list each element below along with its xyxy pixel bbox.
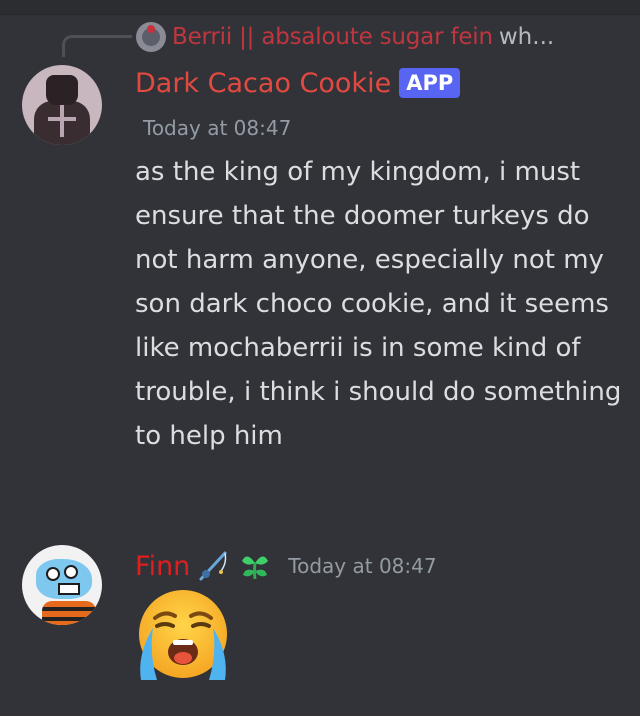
author-name-finn[interactable]: Finn [135, 551, 190, 582]
message-body: as the king of my kingdom, i must ensure… [135, 157, 622, 451]
loudly-crying-face-emoji[interactable] [133, 588, 233, 682]
message-timestamp-finn[interactable]: Today at 08:47 [288, 554, 436, 578]
avatar-finn-mouth [58, 583, 80, 595]
channel-top-strip [0, 0, 640, 15]
avatar-finn-eye-left [46, 567, 60, 581]
author-name-dark-cacao[interactable]: Dark Cacao Cookie [135, 68, 391, 99]
avatar-figure-head [46, 75, 78, 105]
app-badge: APP [399, 68, 461, 98]
avatar-finn[interactable] [22, 545, 102, 625]
reply-author-name[interactable]: Berrii || absaloute sugar fein [172, 24, 493, 50]
reply-avatar[interactable] [136, 22, 166, 52]
avatar-dark-cacao-cookie[interactable] [22, 65, 102, 145]
avatar-emblem-vertical [60, 105, 64, 137]
avatar-finn-shirt [42, 601, 96, 625]
message-header-finn: Finn Today at 08:47 [135, 546, 437, 586]
reply-connector-line [62, 35, 132, 57]
reply-preview[interactable]: Berrii || absaloute sugar fein wh... [136, 20, 554, 54]
fishing-rod-icon [199, 551, 227, 581]
avatar-emblem-horizontal [48, 117, 76, 121]
message-header-dark-cacao: Dark Cacao Cookie APP [135, 64, 461, 102]
green-leaf-icon [242, 556, 269, 580]
loudly-crying-face-icon [139, 590, 227, 680]
reply-snippet[interactable]: wh... [499, 24, 554, 50]
avatar-finn-eye-right [64, 565, 78, 579]
message-timestamp[interactable]: Today at 08:47 [143, 116, 291, 140]
